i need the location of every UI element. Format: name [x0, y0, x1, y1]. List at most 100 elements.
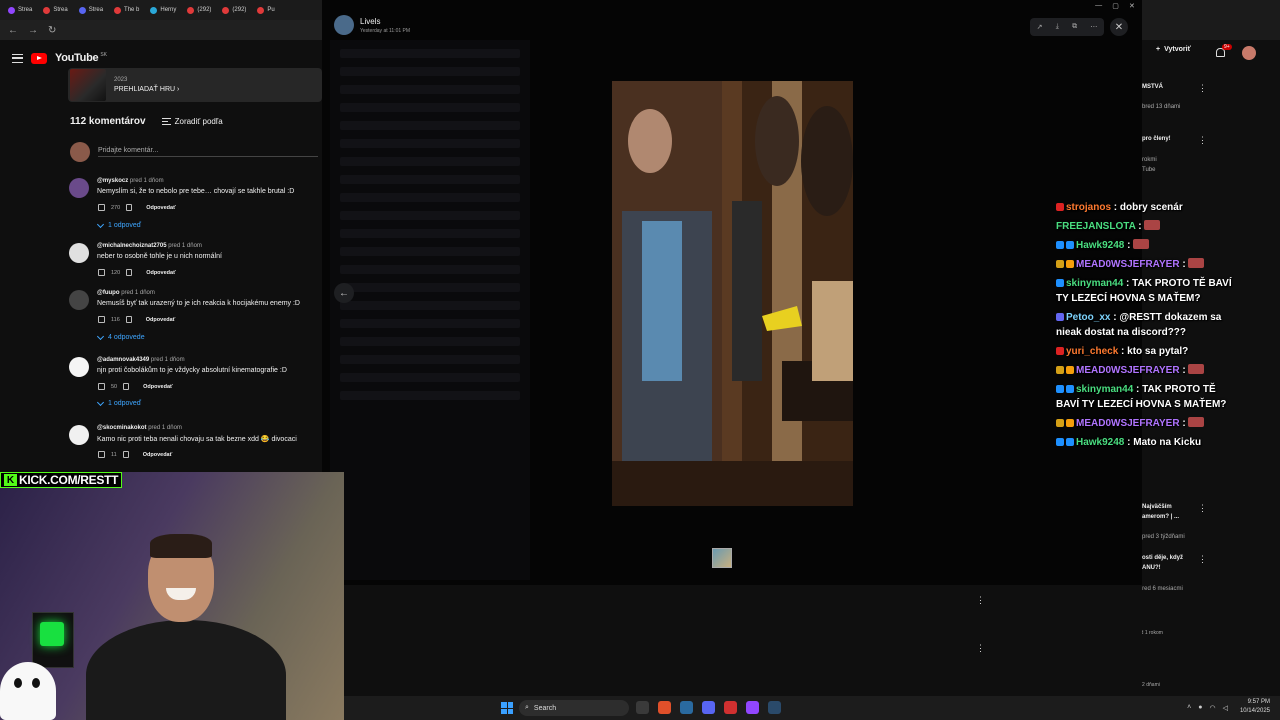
reply-button[interactable]: Odpovedať [143, 384, 173, 390]
window-close-icon[interactable]: ✕ [1129, 2, 1135, 14]
clock[interactable]: 9:57 PM 10/14/2025 [1240, 698, 1270, 716]
comment-author[interactable]: @michalnechoiznat2705 [97, 243, 167, 249]
chat-username[interactable]: Hawk9248 [1076, 437, 1124, 448]
add-comment-input[interactable]: Pridajte komentár... [98, 147, 318, 157]
like-icon[interactable] [98, 204, 105, 211]
view-replies-button[interactable]: 4 odpovede [96, 332, 145, 341]
browser-tab[interactable]: The b [110, 2, 143, 18]
taskbar-search[interactable]: ⌕ Search [519, 700, 629, 716]
minimize-icon[interactable]: — [1095, 2, 1102, 14]
comment-author[interactable]: @fuupo [97, 290, 120, 296]
browser-tab[interactable]: Pu [253, 2, 278, 18]
forward-icon[interactable]: → [28, 25, 38, 36]
browser-tab[interactable]: (292) [183, 2, 215, 18]
create-button[interactable]: + Vytvoriť [1156, 46, 1191, 53]
wifi-icon[interactable]: ◠ [1210, 704, 1216, 712]
more-icon[interactable]: ⋮ [976, 643, 985, 654]
dislike-icon[interactable] [122, 451, 129, 458]
sort-button[interactable]: Zoradiť podľa [161, 117, 223, 126]
like-icon[interactable] [98, 451, 105, 458]
media-thumbnail[interactable] [712, 548, 732, 568]
comment: @skocminakokot pred 1 dňom Kamo nic proti… [68, 425, 322, 465]
dislike-icon[interactable] [125, 316, 132, 323]
user-avatar[interactable] [1242, 46, 1256, 60]
chat-username[interactable]: skinyman44 [1076, 384, 1133, 395]
chat-username[interactable]: skinyman44 [1066, 278, 1123, 289]
comment-author[interactable]: @myskocz [97, 178, 128, 184]
download-icon[interactable]: ⤓ [1056, 23, 1059, 31]
browser-tab[interactable]: Herny [146, 2, 180, 18]
dislike-icon[interactable] [123, 383, 130, 390]
maximize-icon[interactable]: ▢ [1112, 2, 1119, 14]
reply-button[interactable]: Odpovedať [146, 205, 176, 211]
menu-icon[interactable] [12, 53, 23, 63]
more-icon[interactable]: ⋮ [1198, 135, 1207, 146]
chat-username[interactable]: MEAD0WSJEFRAYER [1076, 365, 1180, 376]
tab-favicon-icon [257, 6, 265, 14]
chat-text: : [1182, 365, 1186, 376]
steam-icon[interactable] [768, 701, 781, 714]
share-icon[interactable]: ↗ [1037, 23, 1043, 31]
chat-username[interactable]: strojanos [1066, 202, 1111, 213]
youtube-brand[interactable]: YouTube [55, 52, 99, 64]
like-icon[interactable] [98, 383, 105, 390]
browser-tab[interactable]: Strea [4, 2, 36, 18]
app-icon[interactable] [680, 701, 693, 714]
video-player[interactable] [612, 81, 853, 506]
view-replies-button[interactable]: 1 odpoveď [96, 398, 141, 407]
brave-icon[interactable] [658, 701, 671, 714]
game-card[interactable]: 2023 PREHLIADAŤ HRU › [68, 68, 322, 102]
avatar[interactable] [69, 357, 89, 377]
game-year: 2023 [114, 77, 128, 83]
browser-tab[interactable]: Strea [75, 2, 107, 18]
reply-button[interactable]: Odpovedať [143, 452, 173, 458]
chat-message: MEAD0WSJEFRAYER : [1056, 363, 1236, 378]
youtube-logo-icon[interactable] [31, 52, 47, 64]
avatar[interactable] [69, 243, 89, 263]
discord-icon[interactable] [702, 701, 715, 714]
browse-game-link[interactable]: PREHLIADAŤ HRU › [114, 86, 179, 93]
twitch-icon[interactable] [746, 701, 759, 714]
avatar[interactable] [69, 178, 89, 198]
chat-username[interactable]: Petoo_xx [1066, 312, 1110, 323]
chat-username[interactable]: Hawk9248 [1076, 240, 1124, 251]
previous-media-button[interactable]: ← [334, 283, 354, 303]
start-icon[interactable] [501, 702, 513, 714]
app-icon[interactable] [724, 701, 737, 714]
more-icon[interactable]: ⋮ [1198, 83, 1207, 94]
back-icon[interactable]: ← [8, 25, 18, 36]
like-icon[interactable] [98, 316, 105, 323]
uploader-avatar[interactable] [334, 15, 354, 35]
chevron-up-icon[interactable]: ˄ [1187, 704, 1191, 712]
more-icon[interactable]: ⋮ [1198, 503, 1207, 514]
browser-tab-bar: Strea Strea Strea The b Herny (292) (292) Pu [0, 0, 322, 20]
like-icon[interactable] [98, 269, 105, 276]
chat-username[interactable]: MEAD0WSJEFRAYER [1076, 259, 1180, 270]
close-icon[interactable]: ✕ [1110, 18, 1128, 36]
chat-username[interactable]: MEAD0WSJEFRAYER [1076, 418, 1180, 429]
avatar[interactable] [69, 425, 89, 445]
reload-icon[interactable]: ↻ [48, 25, 56, 36]
reply-button[interactable]: Odpovedať [146, 270, 176, 276]
chat-username[interactable]: yuri_check [1066, 346, 1118, 357]
dislike-icon[interactable] [126, 269, 133, 276]
mic-icon[interactable]: ● [1198, 704, 1202, 712]
open-external-icon[interactable]: ⧉ [1072, 23, 1077, 31]
browser-tab[interactable]: Strea [39, 2, 71, 18]
comment-author[interactable]: @adamnovak4349 [97, 357, 149, 363]
uploader-name[interactable]: Livels [360, 17, 410, 26]
more-icon[interactable]: ⋮ [976, 595, 985, 606]
sidebar-text: bred 13 dňami [1142, 104, 1181, 110]
avatar[interactable] [69, 290, 89, 310]
comment-author[interactable]: @skocminakokot [97, 425, 147, 431]
chat-username[interactable]: FREEJANSLOTA [1056, 221, 1135, 232]
dislike-icon[interactable] [126, 204, 133, 211]
browser-tab[interactable]: (292) [218, 2, 250, 18]
more-icon[interactable]: ⋯ [1090, 23, 1097, 31]
view-replies-button[interactable]: 1 odpoveď [96, 220, 141, 229]
volume-icon[interactable]: ◁ [1223, 704, 1228, 712]
task-view-icon[interactable] [636, 701, 649, 714]
more-icon[interactable]: ⋮ [1198, 554, 1207, 565]
add-comment-row[interactable]: Pridajte komentár... [70, 142, 322, 162]
reply-button[interactable]: Odpovedať [146, 317, 176, 323]
